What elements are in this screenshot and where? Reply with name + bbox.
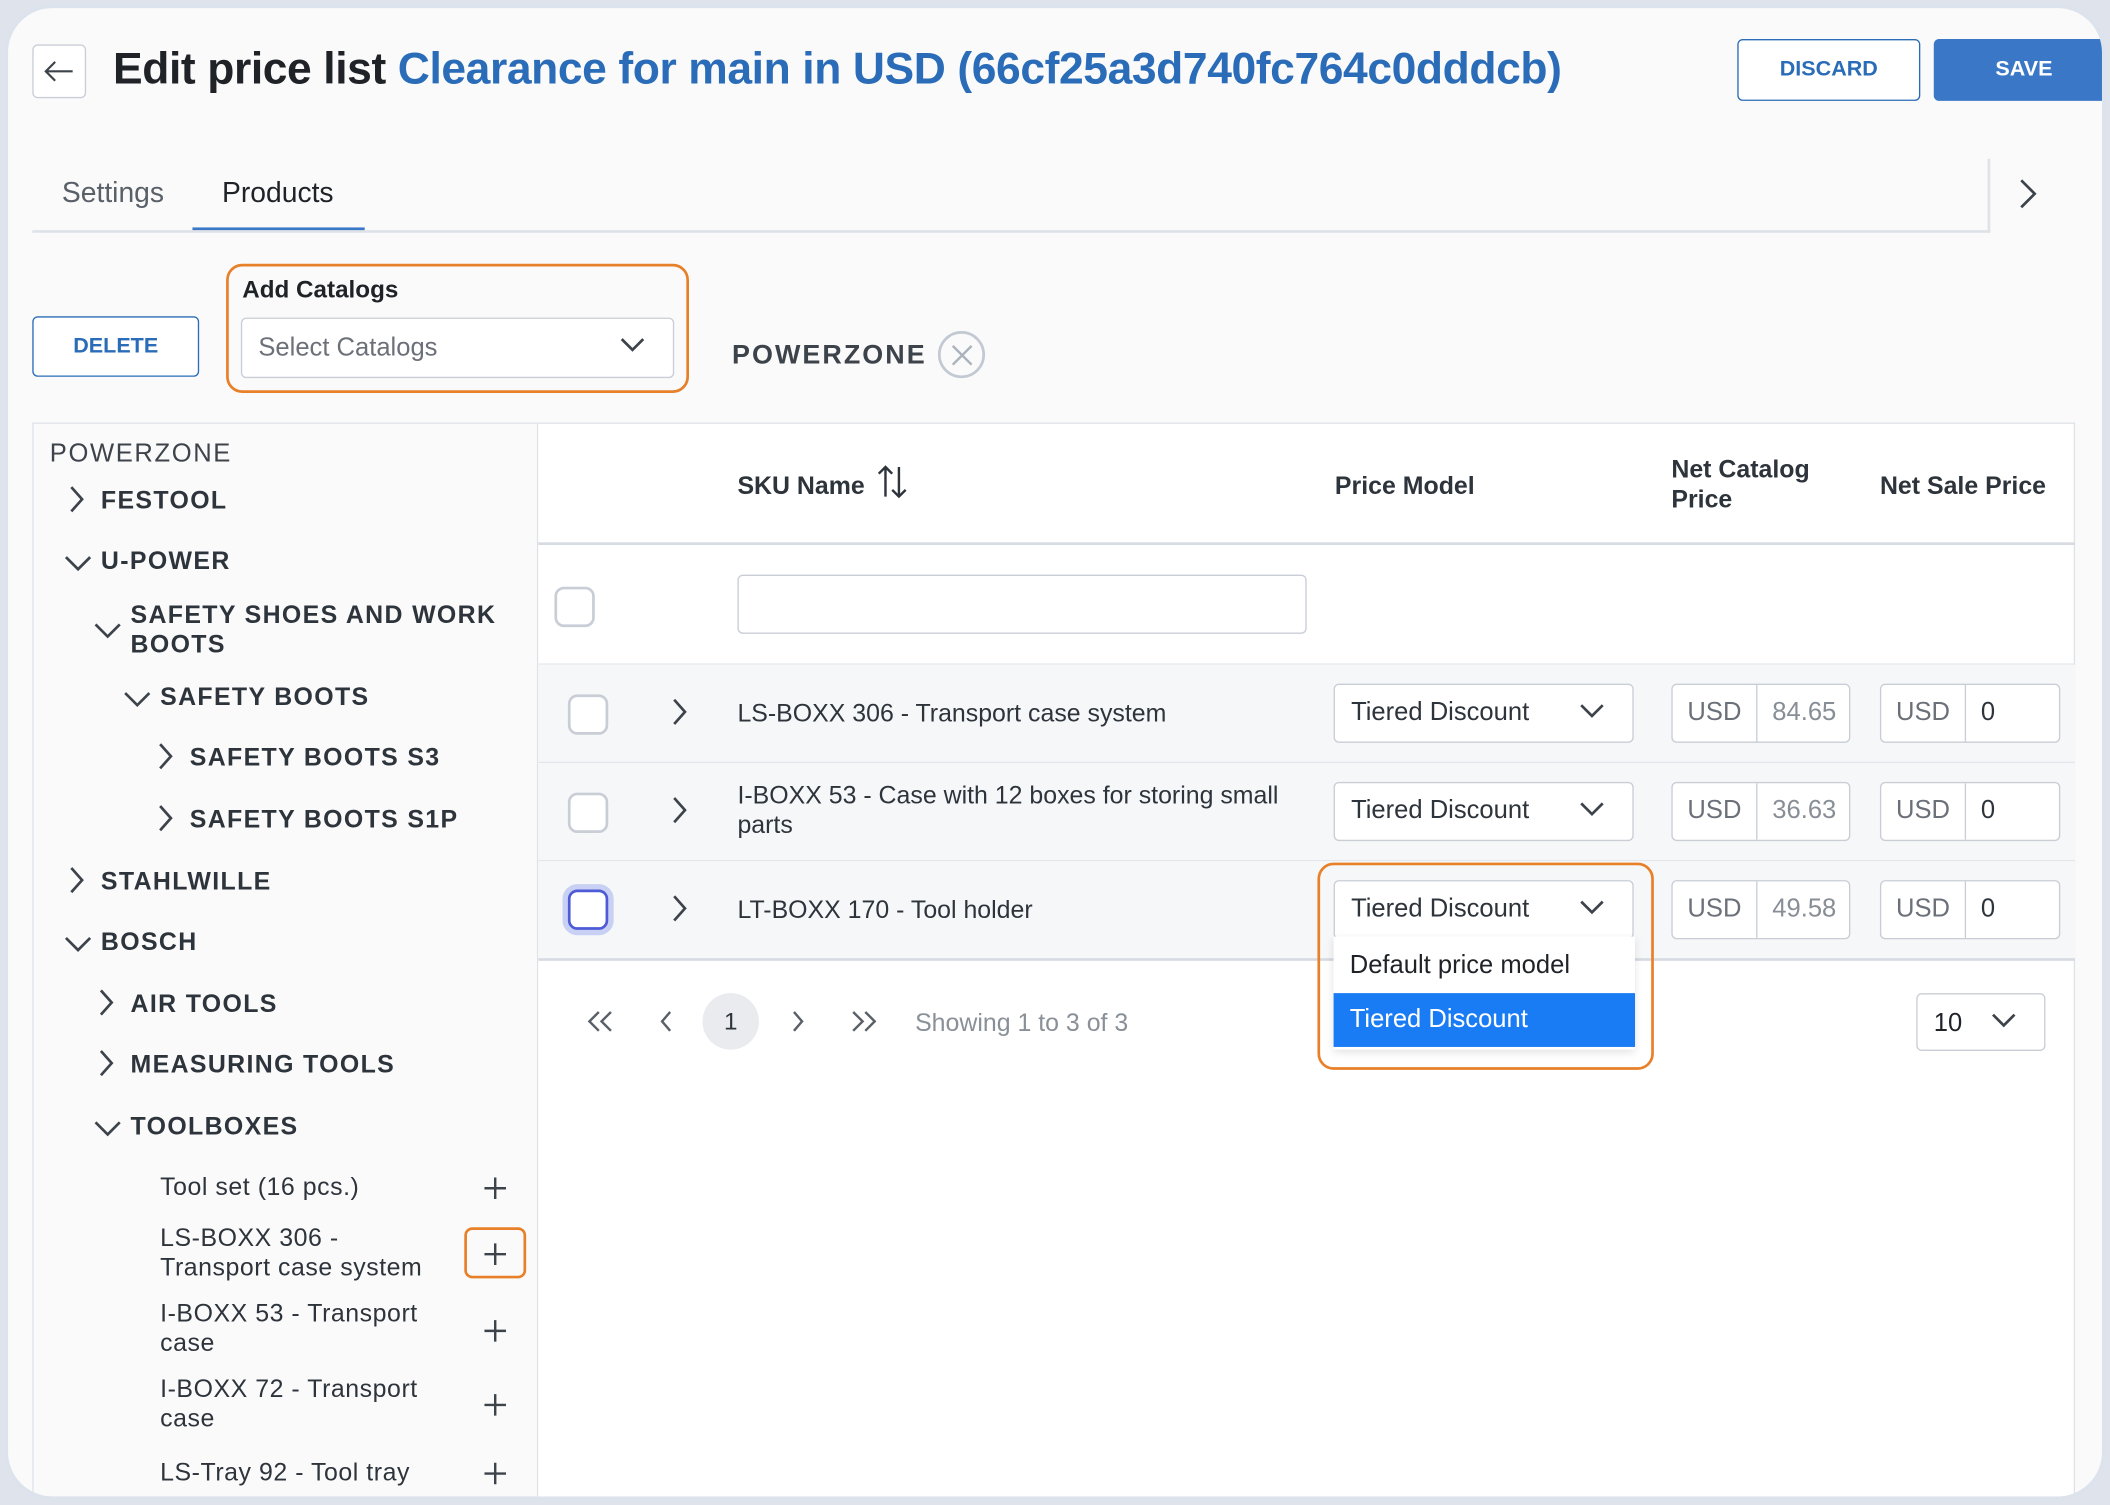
add-product-button[interactable] bbox=[475, 1385, 515, 1425]
chevron-right-icon bbox=[69, 865, 85, 901]
chevron-right-icon bbox=[793, 1011, 804, 1032]
net-catalog-price-field: USD 84.65 bbox=[1671, 683, 1851, 743]
expand-row-button[interactable] bbox=[672, 795, 688, 825]
chevron-down-icon bbox=[122, 686, 152, 716]
page-size-select[interactable]: 10 bbox=[1916, 993, 2046, 1051]
price-list-name: Clearance for main in USD (66cf25a3d740f… bbox=[397, 43, 1562, 93]
pagination-summary: Showing 1 to 3 of 3 bbox=[915, 1007, 1129, 1037]
tab-settings[interactable]: Settings bbox=[62, 178, 164, 210]
row-checkbox[interactable] bbox=[567, 792, 609, 833]
products-table: SKU Name Price Model Net Catalog Price N… bbox=[538, 422, 2076, 1497]
table-row: I-BOXX 53 - Case with 12 boxes for stori… bbox=[538, 763, 2076, 860]
tabs-vertical-divider bbox=[1987, 158, 1991, 233]
prev-page-button[interactable] bbox=[659, 1011, 672, 1033]
table-bottom-divider bbox=[538, 958, 2076, 961]
add-product-button[interactable] bbox=[475, 1311, 515, 1351]
selected-catalog-chip: POWERZONE bbox=[732, 340, 927, 371]
sku-name: LS-BOXX 306 - Transport case system bbox=[737, 698, 1167, 727]
plus-icon bbox=[484, 1320, 506, 1342]
catalog-tree: POWERZONE FESTOOL U-POWER SAFETY SHOES A… bbox=[32, 422, 539, 1497]
tree-leaf-ls-tray-92: LS-Tray 92 - Tool tray bbox=[160, 1457, 410, 1486]
chevron-right-icon bbox=[2020, 179, 2037, 209]
sku-name: LT-BOXX 170 - Tool holder bbox=[737, 894, 1033, 924]
chevron-right-icon bbox=[157, 741, 173, 777]
chevron-right-icon bbox=[673, 895, 687, 922]
expand-row-button[interactable] bbox=[672, 697, 688, 727]
last-page-button[interactable] bbox=[850, 1011, 877, 1033]
page-title-prefix: Edit price list bbox=[113, 43, 386, 93]
chevron-down-icon bbox=[63, 931, 93, 961]
select-catalogs-placeholder: Select Catalogs bbox=[258, 333, 438, 362]
sort-icon[interactable] bbox=[877, 464, 907, 499]
delete-button[interactable]: DELETE bbox=[32, 316, 200, 377]
plus-icon bbox=[484, 1177, 506, 1200]
add-catalogs-label: Add Catalogs bbox=[242, 275, 399, 303]
chevron-right-icon bbox=[98, 988, 114, 1024]
column-header-net-catalog-price: Net Catalog Price bbox=[1671, 454, 1810, 513]
app-window: Edit price list Clearance for main in US… bbox=[4, 4, 2107, 1501]
price-model-select[interactable]: Tiered Discount bbox=[1333, 781, 1634, 842]
tab-products[interactable]: Products bbox=[222, 178, 334, 210]
table-row: LT-BOXX 170 - Tool holder Tiered Discoun… bbox=[538, 861, 2076, 959]
next-page-button[interactable] bbox=[791, 1011, 804, 1033]
net-sale-price-input[interactable]: USD 0 bbox=[1879, 880, 2061, 940]
chevron-right-icon bbox=[157, 803, 173, 839]
column-header-net-sale-price: Net Sale Price bbox=[1879, 470, 2047, 500]
chevron-down-icon bbox=[619, 335, 646, 354]
row-checkbox[interactable] bbox=[567, 889, 609, 930]
back-button[interactable] bbox=[32, 44, 87, 99]
tabs-scroll-right-button[interactable] bbox=[2019, 178, 2038, 210]
tree-root-label: POWERZONE bbox=[49, 440, 232, 469]
chevrons-right-icon bbox=[852, 1011, 877, 1032]
chevron-left-icon bbox=[660, 1011, 672, 1032]
price-model-select[interactable]: Tiered Discount bbox=[1333, 683, 1634, 743]
tree-leaf-i-boxx-72: I-BOXX 72 - Transport case bbox=[160, 1373, 418, 1432]
add-product-button[interactable] bbox=[475, 1234, 515, 1274]
header-divider bbox=[538, 542, 2076, 546]
net-catalog-price-field: USD 36.63 bbox=[1671, 781, 1851, 842]
chevrons-left-icon bbox=[587, 1011, 612, 1032]
chevron-right-icon bbox=[98, 1048, 114, 1084]
chevron-down-icon bbox=[1579, 701, 1606, 720]
net-catalog-price-field: USD 49.58 bbox=[1671, 880, 1851, 940]
discard-button[interactable]: DISCARD bbox=[1737, 39, 1921, 101]
tree-leaf-ls-boxx-306: LS-BOXX 306 - Transport case system bbox=[160, 1223, 423, 1282]
save-button[interactable]: SAVE bbox=[1933, 39, 2102, 101]
first-page-button[interactable] bbox=[587, 1011, 614, 1033]
plus-icon bbox=[484, 1394, 506, 1416]
net-sale-price-input[interactable]: USD 0 bbox=[1879, 781, 2061, 842]
net-sale-price-input[interactable]: USD 0 bbox=[1879, 683, 2061, 743]
arrow-left-icon bbox=[44, 61, 73, 82]
plus-icon bbox=[484, 1462, 506, 1485]
chevron-down-icon bbox=[93, 1116, 123, 1146]
select-all-checkbox[interactable] bbox=[554, 586, 595, 628]
tree-leaf-i-boxx-53: I-BOXX 53 - Transport case bbox=[160, 1298, 418, 1357]
add-product-button[interactable] bbox=[475, 1453, 515, 1493]
chevron-down-icon bbox=[93, 618, 123, 648]
chevron-down-icon bbox=[1990, 1011, 2017, 1030]
select-catalogs-dropdown[interactable]: Select Catalogs bbox=[240, 317, 675, 379]
chevron-down-icon bbox=[1579, 799, 1606, 818]
close-icon bbox=[951, 344, 972, 365]
chevron-right-icon bbox=[673, 698, 687, 725]
remove-catalog-button[interactable] bbox=[937, 331, 986, 379]
sku-name: I-BOXX 53 - Case with 12 boxes for stori… bbox=[737, 780, 1279, 839]
column-header-sku[interactable]: SKU Name bbox=[737, 471, 864, 501]
tabs-divider bbox=[32, 230, 1991, 233]
chevron-down-icon bbox=[63, 550, 93, 580]
row-checkbox[interactable] bbox=[567, 694, 609, 735]
page-number-button[interactable]: 1 bbox=[702, 993, 759, 1050]
tree-leaf-tool-set: Tool set (16 pcs.) bbox=[160, 1172, 360, 1201]
table-row: LS-BOXX 306 - Transport case system Tier… bbox=[538, 664, 2076, 762]
column-header-price-model: Price Model bbox=[1334, 470, 1475, 500]
chevron-right-icon bbox=[69, 484, 85, 520]
add-product-button[interactable] bbox=[475, 1168, 515, 1208]
expand-row-button[interactable] bbox=[672, 894, 688, 924]
page-title: Edit price list Clearance for main in US… bbox=[113, 43, 1562, 94]
sku-filter-input[interactable] bbox=[737, 574, 1307, 634]
price-model-highlight bbox=[1317, 862, 1654, 1070]
plus-icon bbox=[484, 1243, 506, 1265]
chevron-right-icon bbox=[673, 797, 687, 824]
